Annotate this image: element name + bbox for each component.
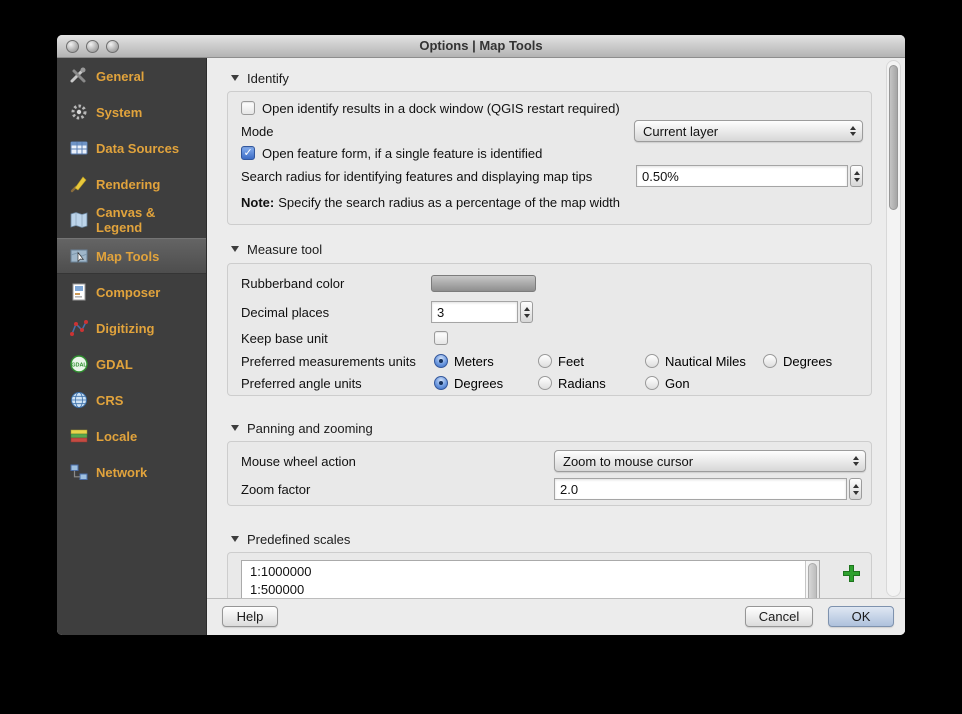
sidebar-item-map-tools[interactable]: Map Tools — [57, 238, 206, 274]
sidebar: General System Data Sources — [57, 58, 207, 635]
search-radius-stepper[interactable] — [850, 165, 863, 187]
sidebar-item-digitizing[interactable]: Digitizing — [57, 310, 206, 346]
content-scrollbar-thumb[interactable] — [889, 65, 898, 210]
radio-option-meters[interactable]: Meters — [434, 350, 494, 372]
popup-updown-arrows-icon — [853, 456, 859, 466]
sidebar-item-crs[interactable]: CRS — [57, 382, 206, 418]
popup-updown-arrows-icon — [850, 126, 856, 136]
table-icon — [69, 138, 89, 158]
page-layout-icon — [69, 282, 89, 302]
content-scrollbar[interactable] — [886, 60, 901, 597]
feet-radio[interactable] — [538, 354, 552, 368]
decimal-places-label: Decimal places — [241, 305, 329, 320]
desktop-background: Options | Map Tools General — [0, 0, 962, 714]
search-radius-label: Search radius for identifying features a… — [241, 169, 592, 184]
feature-form-checkbox[interactable] — [241, 146, 255, 160]
svg-text:GDAL: GDAL — [71, 362, 87, 368]
identify-dock-checkbox[interactable] — [241, 101, 255, 115]
network-icon — [69, 462, 89, 482]
options-page-map-tools: Identify Open identify results in a dock… — [207, 58, 905, 635]
panzoom-groupbox: Mouse wheel action Zoom to mouse cursor … — [227, 441, 872, 506]
identify-dock-label: Open identify results in a dock window (… — [262, 101, 620, 116]
decimal-places-stepper[interactable] — [520, 301, 533, 323]
gdal-logo-icon: GDAL — [69, 354, 89, 374]
meters-radio[interactable] — [434, 354, 448, 368]
sidebar-item-system[interactable]: System — [57, 94, 206, 130]
radio-option-gon[interactable]: Gon — [645, 372, 690, 394]
disclosure-triangle-icon — [231, 425, 239, 431]
add-scale-button[interactable] — [842, 564, 861, 583]
radio-option-radians[interactable]: Radians — [538, 372, 606, 394]
cancel-button[interactable]: Cancel — [745, 606, 813, 627]
globe-icon — [69, 390, 89, 410]
sidebar-item-data-sources[interactable]: Data Sources — [57, 130, 206, 166]
flags-icon — [69, 426, 89, 446]
nautical-miles-radio[interactable] — [645, 354, 659, 368]
keep-base-unit-checkbox[interactable] — [434, 331, 448, 345]
zoom-factor-label: Zoom factor — [241, 482, 310, 497]
gear-icon — [69, 102, 89, 122]
help-button[interactable]: Help — [222, 606, 278, 627]
degrees-units-radio[interactable] — [763, 354, 777, 368]
window-title: Options | Map Tools — [57, 35, 905, 57]
list-item[interactable]: 1:500000 — [242, 581, 819, 599]
radio-option-degrees-angle[interactable]: Degrees — [434, 372, 503, 394]
sidebar-item-general[interactable]: General — [57, 58, 206, 94]
section-header-measure-tool[interactable]: Measure tool — [231, 239, 322, 259]
search-radius-input[interactable] — [636, 165, 848, 187]
sidebar-item-canvas-legend[interactable]: Canvas & Legend — [57, 202, 206, 238]
identify-mode-dropdown[interactable]: Current layer — [634, 120, 863, 142]
radio-option-degrees-units[interactable]: Degrees — [763, 350, 832, 372]
sidebar-item-network[interactable]: Network — [57, 454, 206, 490]
section-header-panning-zooming[interactable]: Panning and zooming — [231, 418, 373, 438]
map-cursor-icon — [69, 246, 89, 266]
decimal-places-input[interactable] — [431, 301, 518, 323]
rubberband-color-label: Rubberband color — [241, 276, 344, 291]
list-item[interactable]: 1:1000000 — [242, 561, 819, 581]
mode-label: Mode — [241, 124, 274, 139]
sidebar-item-gdal[interactable]: GDAL GDAL — [57, 346, 206, 382]
radians-radio[interactable] — [538, 376, 552, 390]
zoom-factor-stepper[interactable] — [849, 478, 862, 500]
disclosure-triangle-icon — [231, 75, 239, 81]
paintbrush-icon — [69, 174, 89, 194]
preferred-units-label: Preferred measurements units — [241, 354, 416, 369]
sidebar-item-rendering[interactable]: Rendering — [57, 166, 206, 202]
pencil-vertices-icon — [69, 318, 89, 338]
dialog-footer: Help Cancel OK — [207, 598, 905, 635]
green-plus-icon — [842, 564, 861, 583]
titlebar[interactable]: Options | Map Tools — [57, 35, 905, 58]
radio-option-feet[interactable]: Feet — [538, 350, 584, 372]
identify-groupbox: Open identify results in a dock window (… — [227, 91, 872, 225]
degrees-angle-radio[interactable] — [434, 376, 448, 390]
sidebar-item-composer[interactable]: Composer — [57, 274, 206, 310]
tools-icon — [69, 66, 89, 86]
section-header-predefined-scales[interactable]: Predefined scales — [231, 529, 350, 549]
map-canvas-icon — [69, 210, 89, 230]
disclosure-triangle-icon — [231, 246, 239, 252]
preferred-angle-label: Preferred angle units — [241, 376, 362, 391]
radio-option-nautical-miles[interactable]: Nautical Miles — [645, 350, 746, 372]
section-header-identify[interactable]: Identify — [231, 68, 289, 88]
disclosure-triangle-icon — [231, 536, 239, 542]
mouse-wheel-action-label: Mouse wheel action — [241, 454, 356, 469]
sidebar-item-locale[interactable]: Locale — [57, 418, 206, 454]
measure-groupbox: Rubberband color Decimal places Keep bas… — [227, 263, 872, 396]
ok-button[interactable]: OK — [828, 606, 894, 627]
note-label: Note: — [241, 195, 274, 210]
gon-radio[interactable] — [645, 376, 659, 390]
zoom-factor-input[interactable] — [554, 478, 847, 500]
keep-base-unit-label: Keep base unit — [241, 331, 328, 346]
note-text: Specify the search radius as a percentag… — [278, 195, 620, 210]
rubberband-color-button[interactable] — [431, 275, 536, 292]
mouse-wheel-action-dropdown[interactable]: Zoom to mouse cursor — [554, 450, 866, 472]
options-window: Options | Map Tools General — [57, 35, 905, 635]
feature-form-label: Open feature form, if a single feature i… — [262, 146, 542, 161]
